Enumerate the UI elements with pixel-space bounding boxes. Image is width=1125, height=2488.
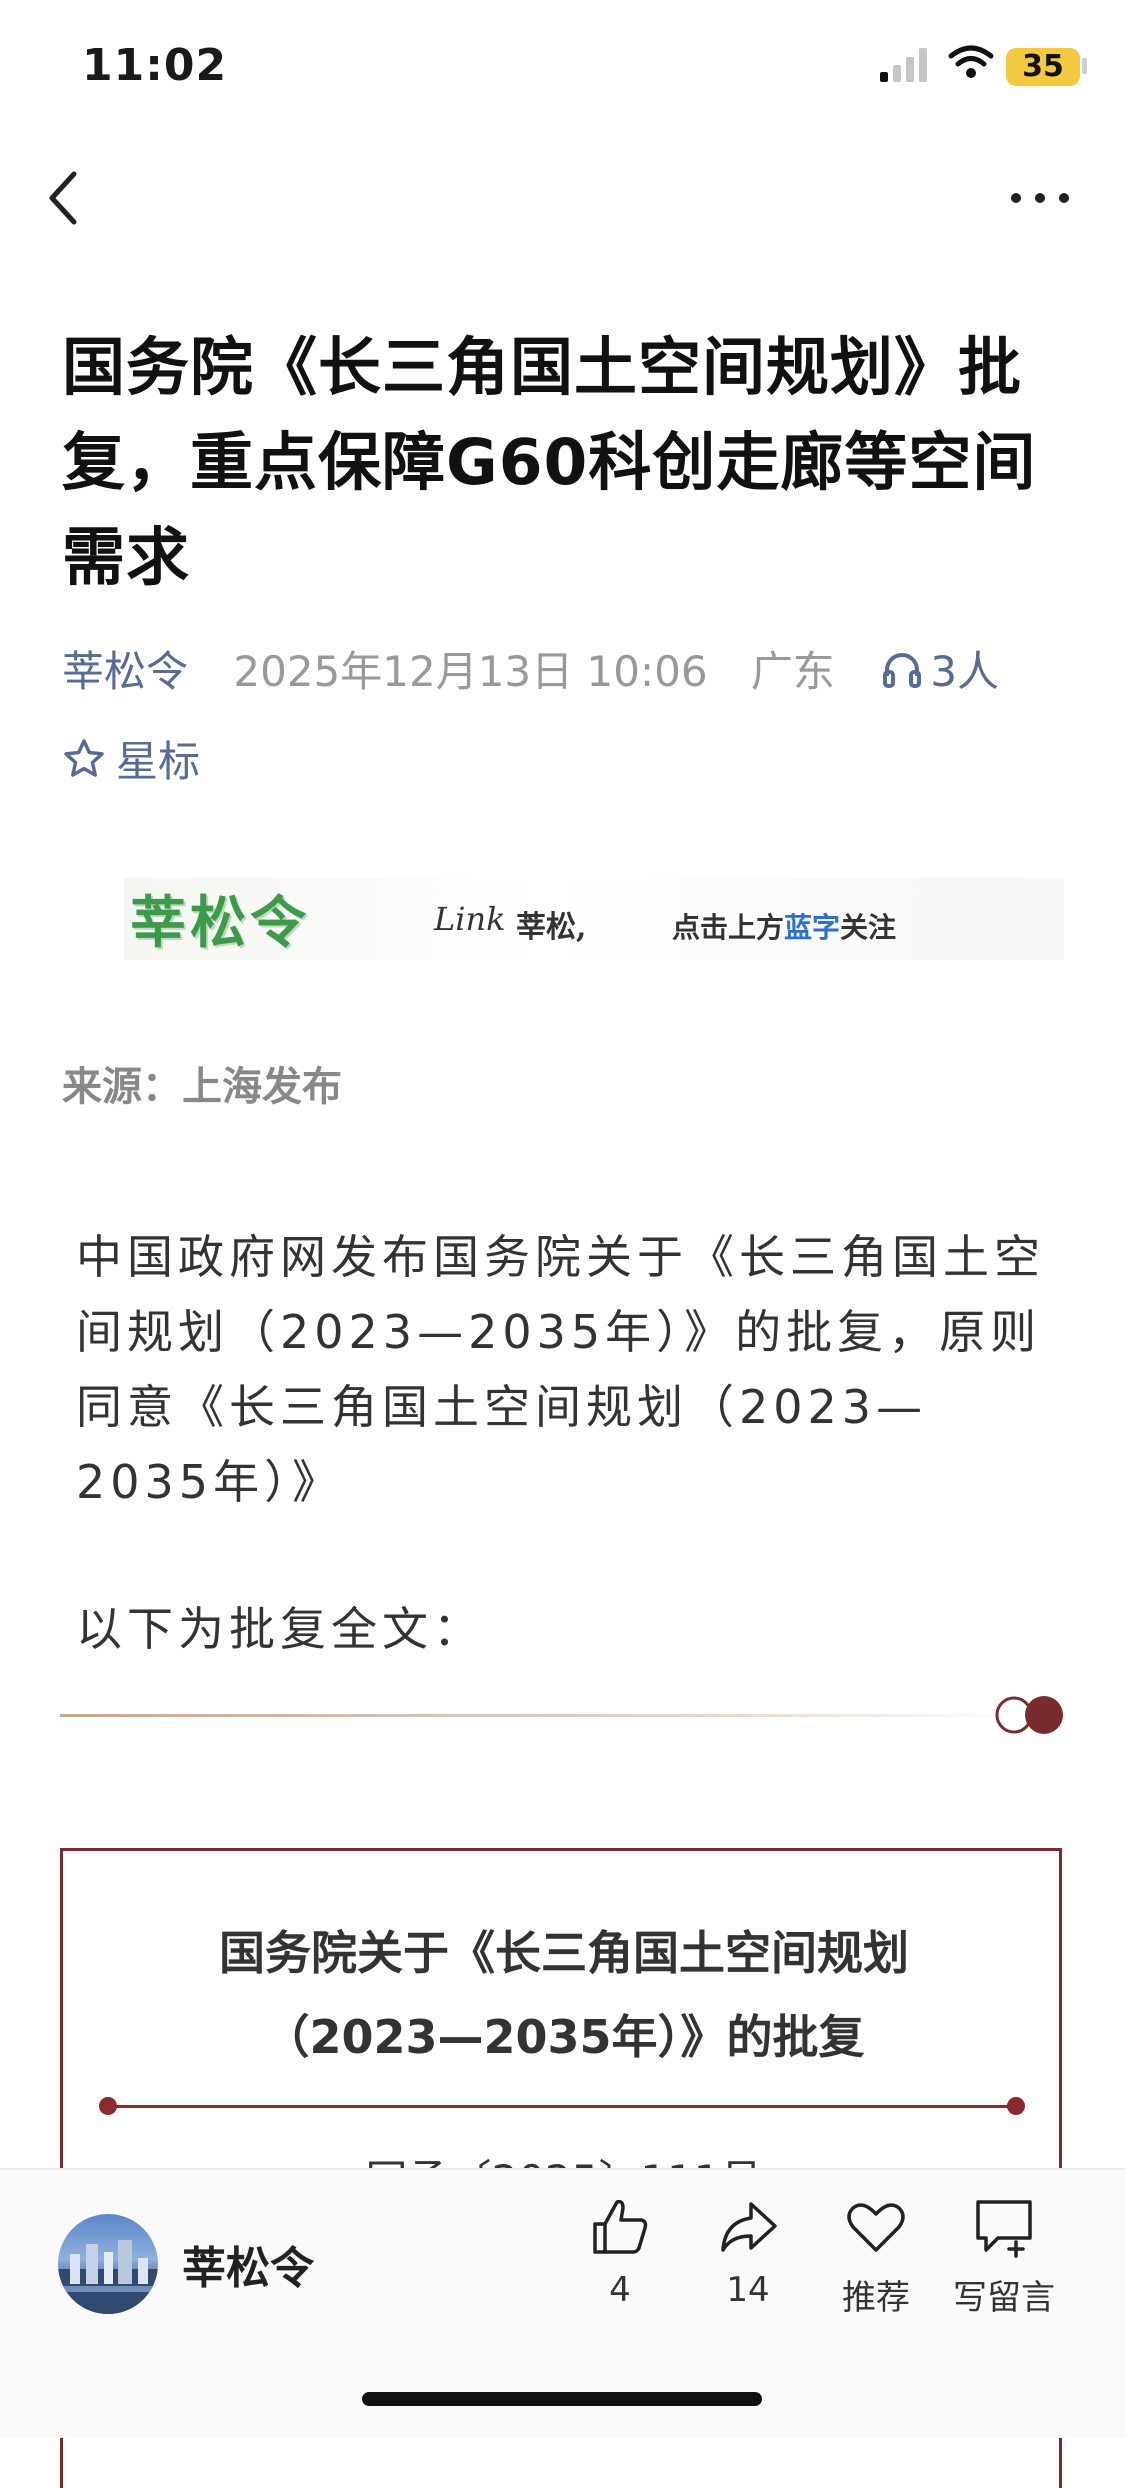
banner-logo: 莘松令 bbox=[130, 890, 310, 956]
article-title: 国务院《长三角国土空间规划》批复，重点保障G60科创走廊等空间需求 bbox=[62, 331, 1037, 594]
recommend-label: 推荐 bbox=[842, 2278, 910, 2318]
listen-button[interactable]: 3人 bbox=[882, 638, 999, 699]
share-button[interactable]: 14 bbox=[688, 2196, 808, 2310]
like-button[interactable]: 4 bbox=[560, 2196, 680, 2310]
heart-icon bbox=[847, 2203, 905, 2252]
star-outline-icon bbox=[64, 738, 104, 777]
status-time: 11:02 bbox=[82, 40, 228, 91]
battery-indicator: 35 bbox=[1006, 48, 1080, 86]
thumbs-up-icon bbox=[593, 2199, 648, 2254]
follow-suffix: 关注 bbox=[840, 911, 897, 944]
comment-button[interactable]: 写留言 bbox=[944, 2196, 1064, 2319]
avatar-city-image bbox=[58, 2240, 158, 2314]
follow-prefix: 点击上方 bbox=[672, 911, 785, 944]
account-name[interactable]: 莘松令 bbox=[182, 2232, 314, 2296]
home-indicator[interactable] bbox=[362, 2392, 762, 2406]
battery-tip bbox=[1082, 58, 1087, 74]
banner-link-text: Link bbox=[434, 900, 506, 938]
banner-name: 莘松, bbox=[516, 910, 587, 945]
author-link[interactable]: 莘松令 bbox=[62, 638, 188, 699]
bottom-action-bar: 莘松令 4 14 推荐 写留言 bbox=[0, 2168, 1125, 2438]
avatar[interactable] bbox=[58, 2214, 158, 2314]
section-divider bbox=[60, 1714, 1020, 1717]
star-button[interactable]: 星标 bbox=[62, 728, 200, 788]
chevron-left-icon[interactable] bbox=[44, 168, 84, 228]
divider-ornament-icon bbox=[995, 1696, 1063, 1734]
document-title-line1: 国务院关于《长三角国土空间规划 bbox=[219, 1926, 909, 1980]
headphones-icon bbox=[883, 652, 922, 688]
comment-plus-icon bbox=[976, 2200, 1032, 2258]
wifi-icon bbox=[948, 45, 994, 78]
listener-count: 3人 bbox=[930, 647, 1000, 696]
article-paragraph: 以下为批复全文： bbox=[76, 1602, 484, 1656]
like-count: 4 bbox=[609, 2270, 631, 2310]
status-bar: 11:02 35 bbox=[0, 0, 1125, 140]
article-meta: 莘松令 2025年12月13日 10:06 广东 3人 bbox=[62, 638, 999, 698]
rule-dot-left bbox=[99, 2097, 117, 2115]
document-title: 国务院关于《长三角国土空间规划 （2023—2035年）》的批复 bbox=[63, 1911, 1065, 2079]
rule-dot-right bbox=[1007, 2097, 1025, 2115]
publish-date: 2025年12月13日 10:06 bbox=[233, 647, 708, 696]
publish-location: 广东 bbox=[750, 647, 835, 696]
article-paragraph: 中国政府网发布国务院关于《长三角国土空间规划（2023—2035年）》的批复，原… bbox=[76, 1230, 1045, 1509]
star-label: 星标 bbox=[116, 737, 201, 786]
share-count: 14 bbox=[726, 2270, 770, 2310]
recommend-button[interactable]: 推荐 bbox=[816, 2196, 936, 2319]
cellular-signal-icon bbox=[880, 48, 927, 82]
comment-label: 写留言 bbox=[953, 2278, 1055, 2318]
follow-blue: 蓝字 bbox=[784, 911, 841, 944]
share-icon bbox=[721, 2202, 777, 2252]
document-rule bbox=[107, 2105, 1017, 2108]
more-dots-icon[interactable] bbox=[1010, 192, 1070, 204]
banner-follow-text: 点击上方蓝字关注 bbox=[672, 906, 896, 946]
source-line: 来源：上海发布 bbox=[62, 1064, 342, 1110]
document-title-line2: （2023—2035年）》的批复 bbox=[263, 2010, 865, 2064]
follow-banner: 莘松令 Link 莘松, 点击上方蓝字关注 bbox=[124, 878, 1064, 960]
